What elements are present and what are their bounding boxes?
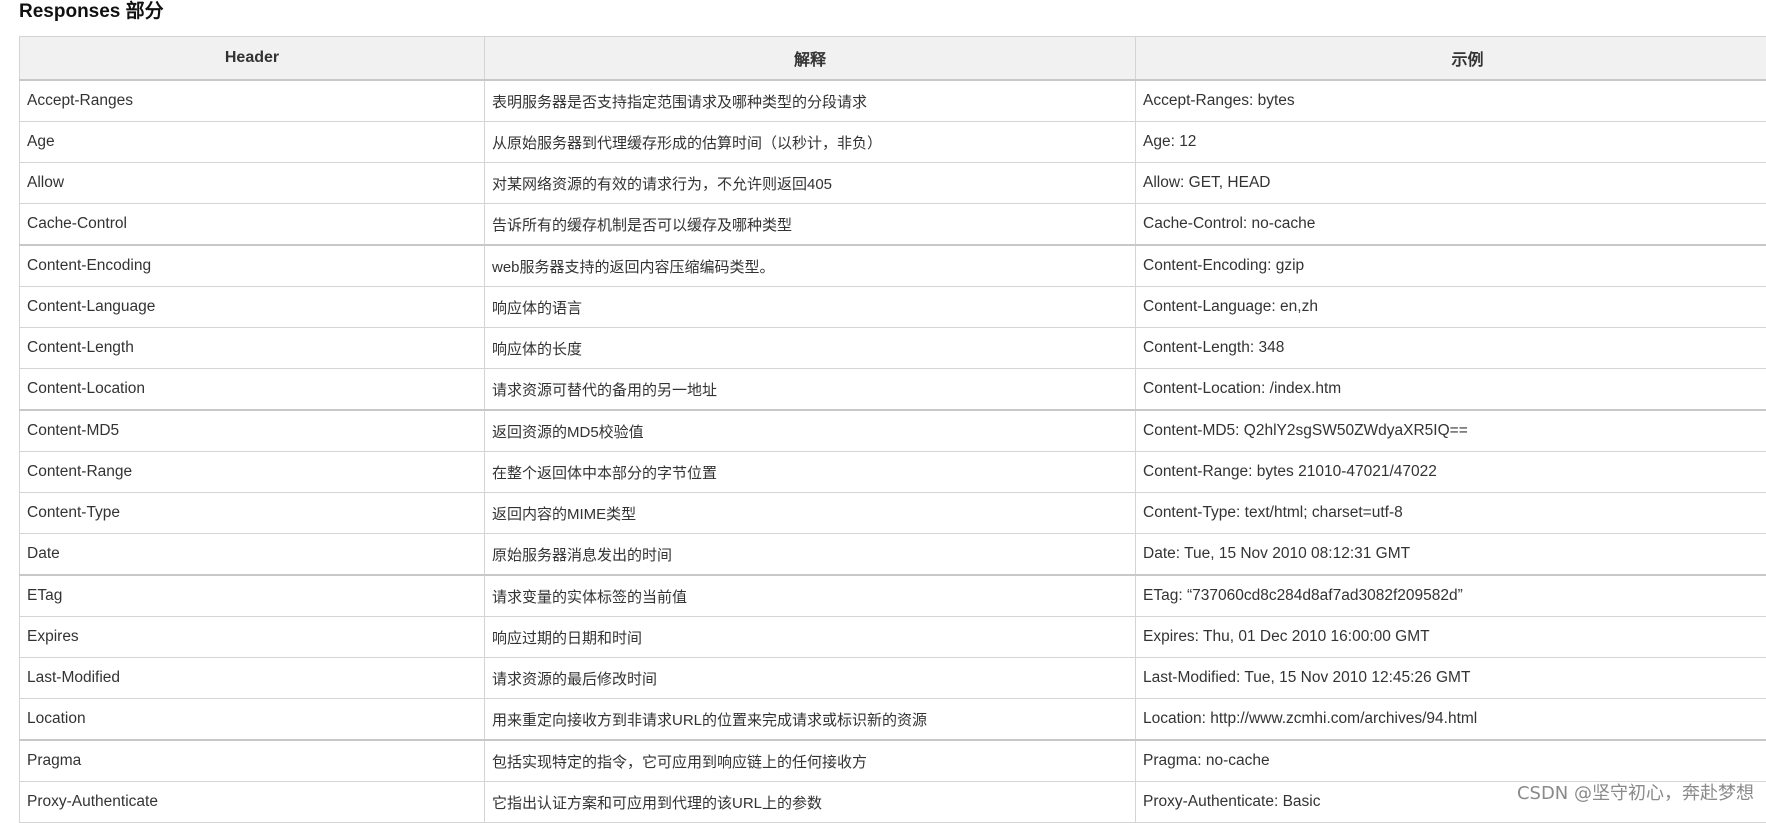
table-row: Content-Language 响应体的语言 Content-Language… bbox=[20, 287, 1766, 328]
header-name-cell: Content-MD5 bbox=[20, 410, 485, 452]
header-name-cell: Accept-Ranges bbox=[20, 80, 485, 122]
example-cell: Cache-Control: no-cache bbox=[1136, 204, 1766, 246]
description-cell: 包括实现特定的指令，它可应用到响应链上的任何接收方 bbox=[485, 740, 1136, 782]
example-cell: Allow: GET, HEAD bbox=[1136, 163, 1766, 204]
header-name-cell: Content-Range bbox=[20, 452, 485, 493]
example-cell: Content-MD5: Q2hlY2sgSW50ZWdyaXR5IQ== bbox=[1136, 410, 1766, 452]
description-cell: 原始服务器消息发出的时间 bbox=[485, 534, 1136, 576]
example-cell: Date: Tue, 15 Nov 2010 08:12:31 GMT bbox=[1136, 534, 1766, 576]
example-cell: Location: http://www.zcmhi.com/archives/… bbox=[1136, 699, 1766, 741]
header-name-cell: Content-Length bbox=[20, 328, 485, 369]
example-cell: Content-Type: text/html; charset=utf-8 bbox=[1136, 493, 1766, 534]
description-cell: 请求资源的最后修改时间 bbox=[485, 658, 1136, 699]
header-name-cell: Location bbox=[20, 699, 485, 741]
table-row: Last-Modified 请求资源的最后修改时间 Last-Modified:… bbox=[20, 658, 1766, 699]
column-header-example: 示例 bbox=[1136, 37, 1766, 81]
header-name-cell: Age bbox=[20, 122, 485, 163]
description-cell: 返回资源的MD5校验值 bbox=[485, 410, 1136, 452]
table-row: Content-MD5 返回资源的MD5校验值 Content-MD5: Q2h… bbox=[20, 410, 1766, 452]
table-row: Accept-Ranges 表明服务器是否支持指定范围请求及哪种类型的分段请求 … bbox=[20, 80, 1766, 122]
description-cell: 响应体的语言 bbox=[485, 287, 1136, 328]
example-cell: Age: 12 bbox=[1136, 122, 1766, 163]
description-cell: 对某网络资源的有效的请求行为，不允许则返回405 bbox=[485, 163, 1136, 204]
description-cell: 响应过期的日期和时间 bbox=[485, 617, 1136, 658]
description-cell: web服务器支持的返回内容压缩编码类型。 bbox=[485, 245, 1136, 287]
table-row: Expires 响应过期的日期和时间 Expires: Thu, 01 Dec … bbox=[20, 617, 1766, 658]
example-cell: Content-Encoding: gzip bbox=[1136, 245, 1766, 287]
header-name-cell: Cache-Control bbox=[20, 204, 485, 246]
description-cell: 请求资源可替代的备用的另一地址 bbox=[485, 369, 1136, 411]
header-name-cell: Pragma bbox=[20, 740, 485, 782]
column-header-description: 解释 bbox=[485, 37, 1136, 81]
table-row: Content-Length 响应体的长度 Content-Length: 34… bbox=[20, 328, 1766, 369]
watermark: CSDN @坚守初心，奔赴梦想 bbox=[1517, 779, 1754, 805]
example-cell: Content-Location: /index.htm bbox=[1136, 369, 1766, 411]
table-row: Content-Encoding web服务器支持的返回内容压缩编码类型。 Co… bbox=[20, 245, 1766, 287]
table-header-row: Header 解释 示例 bbox=[20, 37, 1766, 81]
column-header-header: Header bbox=[20, 37, 485, 81]
description-cell: 用来重定向接收方到非请求URL的位置来完成请求或标识新的资源 bbox=[485, 699, 1136, 741]
description-cell: 返回内容的MIME类型 bbox=[485, 493, 1136, 534]
description-cell: 告诉所有的缓存机制是否可以缓存及哪种类型 bbox=[485, 204, 1136, 246]
table-row: Location 用来重定向接收方到非请求URL的位置来完成请求或标识新的资源 … bbox=[20, 699, 1766, 741]
table-row: Date 原始服务器消息发出的时间 Date: Tue, 15 Nov 2010… bbox=[20, 534, 1766, 576]
header-name-cell: Content-Encoding bbox=[20, 245, 485, 287]
header-name-cell: Last-Modified bbox=[20, 658, 485, 699]
table-row: Pragma 包括实现特定的指令，它可应用到响应链上的任何接收方 Pragma:… bbox=[20, 740, 1766, 782]
table-row: Allow 对某网络资源的有效的请求行为，不允许则返回405 Allow: GE… bbox=[20, 163, 1766, 204]
header-name-cell: Date bbox=[20, 534, 485, 576]
description-cell: 表明服务器是否支持指定范围请求及哪种类型的分段请求 bbox=[485, 80, 1136, 122]
table-row: Content-Range 在整个返回体中本部分的字节位置 Content-Ra… bbox=[20, 452, 1766, 493]
example-cell: Content-Length: 348 bbox=[1136, 328, 1766, 369]
table-row: Cache-Control 告诉所有的缓存机制是否可以缓存及哪种类型 Cache… bbox=[20, 204, 1766, 246]
description-cell: 它指出认证方案和可应用到代理的该URL上的参数 bbox=[485, 782, 1136, 823]
table-row: Content-Location 请求资源可替代的备用的另一地址 Content… bbox=[20, 369, 1766, 411]
header-name-cell: Content-Type bbox=[20, 493, 485, 534]
table-row: Age 从原始服务器到代理缓存形成的估算时间（以秒计，非负） Age: 12 bbox=[20, 122, 1766, 163]
header-name-cell: Allow bbox=[20, 163, 485, 204]
table-row: Proxy-Authenticate 它指出认证方案和可应用到代理的该URL上的… bbox=[20, 782, 1766, 823]
table-row: ETag 请求变量的实体标签的当前值 ETag: “737060cd8c284d… bbox=[20, 575, 1766, 617]
example-cell: Content-Range: bytes 21010-47021/47022 bbox=[1136, 452, 1766, 493]
example-cell: Last-Modified: Tue, 15 Nov 2010 12:45:26… bbox=[1136, 658, 1766, 699]
example-cell: Pragma: no-cache bbox=[1136, 740, 1766, 782]
example-cell: Expires: Thu, 01 Dec 2010 16:00:00 GMT bbox=[1136, 617, 1766, 658]
header-name-cell: Expires bbox=[20, 617, 485, 658]
section-title: Responses 部分 bbox=[19, 0, 164, 24]
responses-table: Header 解释 示例 Accept-Ranges 表明服务器是否支持指定范围… bbox=[19, 36, 1766, 823]
header-name-cell: Content-Location bbox=[20, 369, 485, 411]
table-row: Content-Type 返回内容的MIME类型 Content-Type: t… bbox=[20, 493, 1766, 534]
description-cell: 请求变量的实体标签的当前值 bbox=[485, 575, 1136, 617]
header-name-cell: Proxy-Authenticate bbox=[20, 782, 485, 823]
description-cell: 从原始服务器到代理缓存形成的估算时间（以秒计，非负） bbox=[485, 122, 1136, 163]
example-cell: Accept-Ranges: bytes bbox=[1136, 80, 1766, 122]
header-name-cell: Content-Language bbox=[20, 287, 485, 328]
example-cell: Content-Language: en,zh bbox=[1136, 287, 1766, 328]
description-cell: 响应体的长度 bbox=[485, 328, 1136, 369]
example-cell: ETag: “737060cd8c284d8af7ad3082f209582d” bbox=[1136, 575, 1766, 617]
description-cell: 在整个返回体中本部分的字节位置 bbox=[485, 452, 1136, 493]
header-name-cell: ETag bbox=[20, 575, 485, 617]
